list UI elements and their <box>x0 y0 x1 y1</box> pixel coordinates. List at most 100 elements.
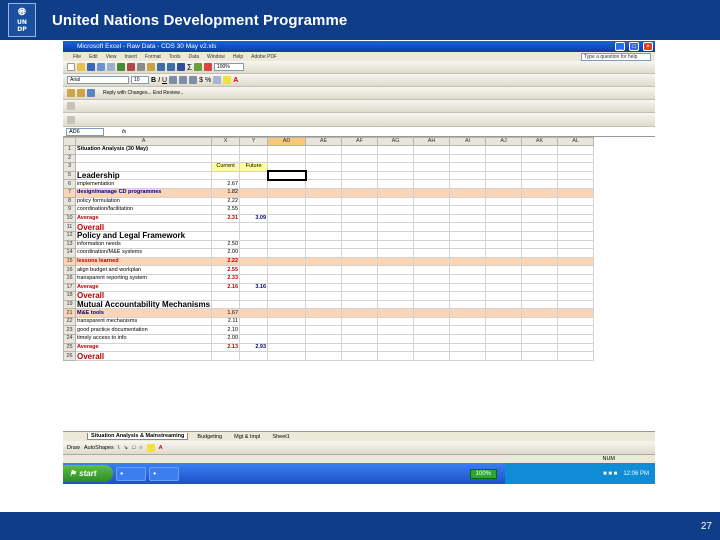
empty-cell[interactable] <box>305 162 343 172</box>
open-icon[interactable] <box>77 63 85 71</box>
empty-cell[interactable] <box>413 334 451 344</box>
empty-cell[interactable] <box>341 187 379 198</box>
empty-cell[interactable] <box>449 153 487 164</box>
empty-cell[interactable] <box>341 308 379 318</box>
empty-cell[interactable] <box>449 342 487 353</box>
empty-cell[interactable] <box>341 342 379 353</box>
empty-cell[interactable] <box>413 239 451 250</box>
empty-cell[interactable] <box>485 334 523 344</box>
empty-cell[interactable] <box>305 153 343 164</box>
empty-cell[interactable] <box>413 282 451 293</box>
empty-cell[interactable] <box>341 162 379 172</box>
row-header[interactable]: 17 <box>63 282 76 293</box>
cell-label[interactable]: Average <box>74 213 213 224</box>
empty-cell[interactable] <box>413 162 451 172</box>
cell-current[interactable]: 1.82 <box>211 187 241 198</box>
empty-cell[interactable] <box>341 299 379 310</box>
row-header[interactable]: 25 <box>63 342 76 353</box>
row-header[interactable]: 5 <box>63 170 76 181</box>
empty-cell[interactable] <box>341 334 379 344</box>
cell-future[interactable]: 3.09 <box>239 213 269 224</box>
empty-cell[interactable] <box>557 351 595 361</box>
cell-current[interactable]: 2.55 <box>211 265 241 275</box>
empty-cell[interactable] <box>267 325 307 336</box>
menu-edit[interactable]: Edit <box>89 54 98 60</box>
empty-cell[interactable] <box>521 205 559 215</box>
cell-current[interactable]: Current <box>211 162 241 172</box>
empty-cell[interactable] <box>413 316 451 327</box>
empty-cell[interactable] <box>377 187 415 198</box>
autoshapes-menu[interactable]: AutoShapes <box>84 445 114 451</box>
empty-cell[interactable] <box>267 187 307 198</box>
empty-cell[interactable] <box>377 248 415 258</box>
empty-cell[interactable] <box>305 213 343 224</box>
empty-cell[interactable] <box>341 316 379 327</box>
row-header[interactable]: 16 <box>63 273 76 284</box>
empty-cell[interactable] <box>305 179 343 189</box>
cell-future[interactable] <box>239 308 269 318</box>
empty-cell[interactable] <box>557 170 595 181</box>
empty-cell[interactable] <box>377 342 415 353</box>
empty-cell[interactable] <box>267 299 307 310</box>
empty-cell[interactable] <box>377 196 415 207</box>
new-icon[interactable] <box>67 63 75 71</box>
row-header[interactable]: 10 <box>63 213 76 224</box>
empty-cell[interactable] <box>485 230 523 241</box>
empty-cell[interactable] <box>485 153 523 164</box>
empty-cell[interactable] <box>485 239 523 250</box>
empty-cell[interactable] <box>449 170 487 181</box>
empty-cell[interactable] <box>449 316 487 327</box>
row-header[interactable]: 14 <box>63 248 76 258</box>
rectangle-icon[interactable]: □ <box>132 445 135 451</box>
empty-cell[interactable] <box>377 291 415 301</box>
maximize-button[interactable]: □ <box>629 42 639 51</box>
empty-cell[interactable] <box>413 342 451 353</box>
cell-future[interactable] <box>239 334 269 344</box>
empty-cell[interactable] <box>557 222 595 232</box>
cell-label[interactable]: design/manage CD programmes <box>74 187 213 198</box>
cell-label[interactable]: Leadership <box>74 170 213 181</box>
cell-future[interactable] <box>239 196 269 207</box>
cut-icon[interactable] <box>127 63 135 71</box>
empty-cell[interactable] <box>267 256 307 267</box>
empty-cell[interactable] <box>413 230 451 241</box>
cell-current[interactable]: 2.55 <box>211 205 241 215</box>
empty-cell[interactable] <box>557 145 595 155</box>
row-header[interactable]: 2 <box>63 153 76 164</box>
chart-wizard-icon[interactable] <box>203 63 212 71</box>
autosum-icon[interactable]: Σ <box>187 63 192 72</box>
empty-cell[interactable] <box>413 196 451 207</box>
cell-future[interactable] <box>239 291 269 301</box>
cell-label[interactable]: policy formulation <box>74 196 213 207</box>
cell-current[interactable] <box>211 291 241 301</box>
tab-mgt-impl[interactable]: Mgt & Impl <box>231 434 263 440</box>
empty-cell[interactable] <box>449 334 487 344</box>
empty-cell[interactable] <box>521 316 559 327</box>
line-icon[interactable]: \ <box>118 445 120 451</box>
empty-cell[interactable] <box>377 170 415 181</box>
cell-future[interactable] <box>239 205 269 215</box>
spelling-icon[interactable] <box>117 63 125 71</box>
cell-current[interactable]: 2.33 <box>211 273 241 284</box>
empty-cell[interactable] <box>485 222 523 232</box>
row-header[interactable]: 23 <box>63 325 76 336</box>
cell-current[interactable]: 2.00 <box>211 334 241 344</box>
empty-cell[interactable] <box>267 265 307 275</box>
cell-current[interactable] <box>211 170 241 181</box>
row-header[interactable]: 24 <box>63 334 76 344</box>
empty-cell[interactable] <box>341 213 379 224</box>
empty-cell[interactable] <box>341 239 379 250</box>
empty-cell[interactable] <box>377 299 415 310</box>
cell-future[interactable]: 2.93 <box>239 342 269 353</box>
empty-cell[interactable] <box>341 196 379 207</box>
arrow-icon[interactable]: ↘ <box>123 445 128 451</box>
empty-cell[interactable] <box>267 145 307 155</box>
empty-cell[interactable] <box>485 325 523 336</box>
empty-cell[interactable] <box>557 153 595 164</box>
empty-cell[interactable] <box>521 273 559 284</box>
empty-cell[interactable] <box>305 265 343 275</box>
column-header[interactable]: AE <box>305 137 343 146</box>
empty-cell[interactable] <box>485 351 523 361</box>
empty-cell[interactable] <box>377 316 415 327</box>
cell-label[interactable]: coordination/M&E systems <box>74 248 213 258</box>
